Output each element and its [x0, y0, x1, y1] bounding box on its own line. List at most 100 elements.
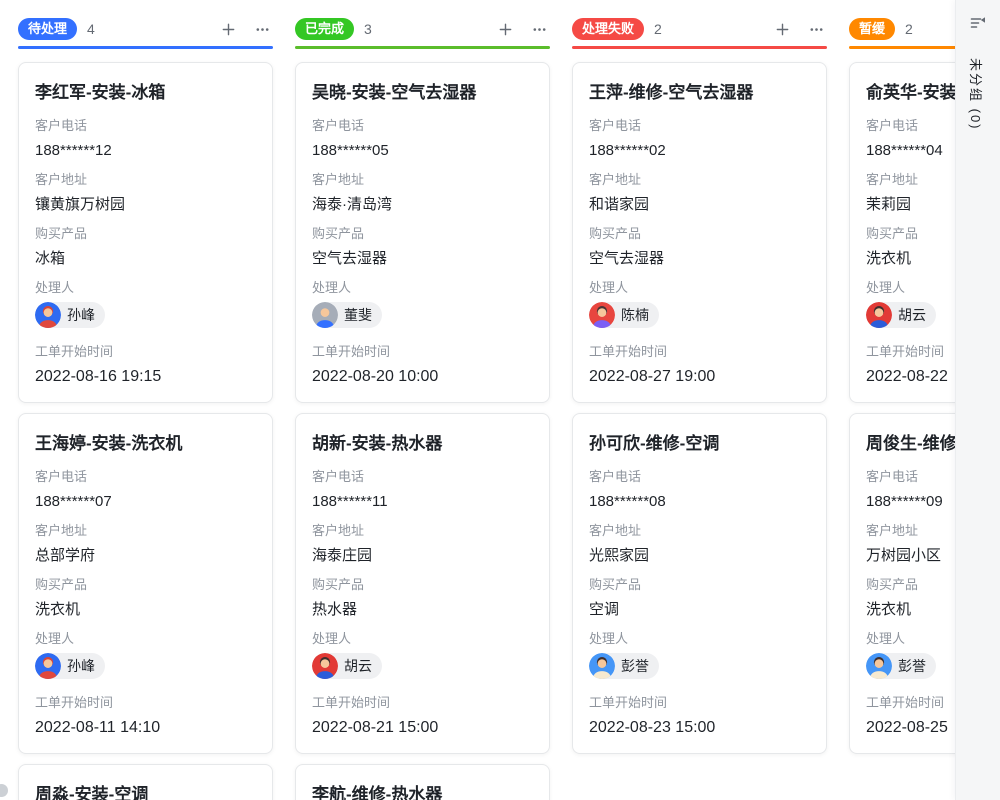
field-value-phone: 188******05	[312, 140, 533, 161]
field-label-product: 购买产品	[312, 576, 533, 594]
handler-chip: 孙峰	[35, 653, 105, 679]
card-list: 吴晓-安装-空气去湿器 客户电话 188******05 客户地址 海泰·清岛湾…	[295, 62, 550, 800]
field-value-time: 2022-08-23 15:00	[589, 717, 810, 738]
field-label-address: 客户地址	[312, 171, 533, 189]
kanban-card[interactable]: 孙可欣-维修-空调 客户电话 188******08 客户地址 光熙家园 购买产…	[572, 413, 827, 754]
field-value-phone: 188******07	[35, 491, 256, 512]
field-value-phone: 188******08	[589, 491, 810, 512]
column-more-button[interactable]	[528, 18, 550, 40]
field-label-address: 客户地址	[312, 522, 533, 540]
avatar	[866, 302, 892, 328]
field-label-time: 工单开始时间	[312, 694, 533, 712]
field-value-phone: 188******11	[312, 491, 533, 512]
handler-name: 孙峰	[61, 305, 105, 325]
card-count: 3	[364, 21, 372, 37]
card-count: 4	[87, 21, 95, 37]
column-color-bar	[18, 46, 273, 49]
card-title: 王萍-维修-空气去湿器	[589, 81, 810, 105]
kanban-columns: 待处理 4 李红军-安装-冰箱 客户电话 188******12 客户地址 镶黄…	[0, 0, 1000, 800]
field-value-address: 和谐家园	[589, 194, 810, 215]
column-header: 待处理 4	[18, 16, 273, 42]
field-label-phone: 客户电话	[312, 117, 533, 135]
card-title: 吴晓-安装-空气去湿器	[312, 81, 533, 105]
column-header: 已完成 3	[295, 16, 550, 42]
card-title: 李航-维修-热水器	[312, 783, 533, 800]
field-label-phone: 客户电话	[589, 117, 810, 135]
avatar	[866, 653, 892, 679]
field-value-address: 海泰·清岛湾	[312, 194, 533, 215]
field-label-product: 购买产品	[35, 576, 256, 594]
column-done: 已完成 3 吴晓-安装-空气去湿器 客户电话 188******05 客户地址 …	[295, 16, 550, 800]
column-failed: 处理失败 2 王萍-维修-空气去湿器 客户电话 188******02 客户地址…	[572, 16, 827, 800]
column-color-bar	[572, 46, 827, 49]
card-count: 2	[905, 21, 913, 37]
field-label-phone: 客户电话	[589, 468, 810, 486]
column-header: 处理失败 2	[572, 16, 827, 42]
handler-name: 陈楠	[615, 305, 659, 325]
kanban-card[interactable]: 吴晓-安装-空气去湿器 客户电话 188******05 客户地址 海泰·清岛湾…	[295, 62, 550, 403]
field-value-product: 洗衣机	[35, 599, 256, 620]
field-label-time: 工单开始时间	[312, 343, 533, 361]
column-more-button[interactable]	[251, 18, 273, 40]
kanban-card[interactable]: 胡新-安装-热水器 客户电话 188******11 客户地址 海泰庄园 购买产…	[295, 413, 550, 754]
field-value-address: 海泰庄园	[312, 545, 533, 566]
handler-chip: 胡云	[866, 302, 936, 328]
handler-name: 彭誉	[892, 656, 936, 676]
add-card-button[interactable]	[494, 18, 516, 40]
field-value-phone: 188******02	[589, 140, 810, 161]
field-value-address: 镶黄旗万树园	[35, 194, 256, 215]
hidden-group-label[interactable]: 未分组 (0)	[967, 58, 986, 131]
field-label-time: 工单开始时间	[589, 343, 810, 361]
handler-name: 彭誉	[615, 656, 659, 676]
card-title: 李红军-安装-冰箱	[35, 81, 256, 105]
kanban-card[interactable]: 王海婷-安装-洗衣机 客户电话 188******07 客户地址 总部学府 购买…	[18, 413, 273, 754]
field-value-phone: 188******12	[35, 140, 256, 161]
column-pending: 待处理 4 李红军-安装-冰箱 客户电话 188******12 客户地址 镶黄…	[18, 16, 273, 800]
avatar	[312, 302, 338, 328]
field-label-time: 工单开始时间	[589, 694, 810, 712]
field-value-product: 冰箱	[35, 248, 256, 269]
hidden-groups-panel: 未分组 (0)	[955, 0, 1000, 800]
field-value-time: 2022-08-16 19:15	[35, 366, 256, 387]
kanban-card[interactable]: 周淼-安装-空调 客户电话	[18, 764, 273, 800]
card-title: 孙可欣-维修-空调	[589, 432, 810, 456]
card-list: 王萍-维修-空气去湿器 客户电话 188******02 客户地址 和谐家园 购…	[572, 62, 827, 754]
avatar	[589, 302, 615, 328]
handler-chip: 董斐	[312, 302, 382, 328]
field-value-product: 空调	[589, 599, 810, 620]
kanban-card[interactable]: 王萍-维修-空气去湿器 客户电话 188******02 客户地址 和谐家园 购…	[572, 62, 827, 403]
status-badge: 待处理	[18, 18, 77, 40]
field-label-time: 工单开始时间	[35, 694, 256, 712]
field-label-product: 购买产品	[35, 225, 256, 243]
kanban-card[interactable]: 李红军-安装-冰箱 客户电话 188******12 客户地址 镶黄旗万树园 购…	[18, 62, 273, 403]
handler-name: 孙峰	[61, 656, 105, 676]
add-card-button[interactable]	[771, 18, 793, 40]
handler-name: 董斐	[338, 305, 382, 325]
field-label-handler: 处理人	[312, 279, 533, 297]
field-label-address: 客户地址	[589, 171, 810, 189]
handler-name: 胡云	[338, 656, 382, 676]
card-title: 胡新-安装-热水器	[312, 432, 533, 456]
field-value-address: 总部学府	[35, 545, 256, 566]
card-title: 王海婷-安装-洗衣机	[35, 432, 256, 456]
handler-name: 胡云	[892, 305, 936, 325]
card-list: 李红军-安装-冰箱 客户电话 188******12 客户地址 镶黄旗万树园 购…	[18, 62, 273, 800]
avatar	[589, 653, 615, 679]
column-more-button[interactable]	[805, 18, 827, 40]
add-card-button[interactable]	[217, 18, 239, 40]
field-label-phone: 客户电话	[35, 117, 256, 135]
field-label-handler: 处理人	[589, 630, 810, 648]
field-label-handler: 处理人	[589, 279, 810, 297]
field-label-phone: 客户电话	[312, 468, 533, 486]
kanban-board: 待处理 4 李红军-安装-冰箱 客户电话 188******12 客户地址 镶黄…	[0, 0, 1000, 800]
field-label-product: 购买产品	[312, 225, 533, 243]
kanban-card[interactable]: 李航-维修-热水器 客户电话	[295, 764, 550, 800]
handler-chip: 陈楠	[589, 302, 659, 328]
field-label-product: 购买产品	[589, 576, 810, 594]
status-badge: 处理失败	[572, 18, 644, 40]
collapse-groups-icon[interactable]	[969, 14, 987, 32]
avatar	[35, 302, 61, 328]
card-count: 2	[654, 21, 662, 37]
field-value-product: 热水器	[312, 599, 533, 620]
handler-chip: 彭誉	[589, 653, 659, 679]
